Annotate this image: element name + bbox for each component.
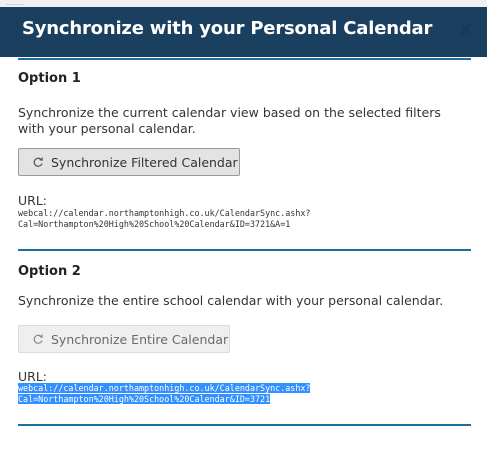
option2-heading: Option 2 xyxy=(18,264,81,279)
option2-url-line2: Cal=Northampton%20High%20School%20Calend… xyxy=(18,394,271,404)
option1-heading: Option 1 xyxy=(18,71,81,86)
background-tab-edge xyxy=(6,0,24,5)
section-divider xyxy=(18,249,471,251)
option2-description: Synchronize the entire school calendar w… xyxy=(18,293,444,308)
option1-url-label: URL: xyxy=(18,193,48,208)
close-button[interactable] xyxy=(457,20,475,38)
synchronize-entire-label: Synchronize Entire Calendar xyxy=(51,331,229,347)
sync-calendar-dialog: Synchronize with your Personal Calendar … xyxy=(0,7,487,452)
synchronize-filtered-label: Synchronize Filtered Calendar xyxy=(51,154,238,170)
background-page-strip xyxy=(0,0,487,7)
sync-icon xyxy=(32,156,44,168)
synchronize-filtered-button[interactable]: Synchronize Filtered Calendar xyxy=(18,148,240,176)
option2-url-line1: webcal://calendar.northamptonhigh.co.uk/… xyxy=(18,383,311,393)
option1-url-line2: Cal=Northampton%20High%20School%20Calend… xyxy=(18,219,291,229)
section-divider xyxy=(18,424,471,426)
option2-url-label: URL: xyxy=(18,369,48,384)
option1-url-text[interactable]: webcal://calendar.northamptonhigh.co.uk/… xyxy=(18,208,310,230)
sync-icon xyxy=(32,333,44,345)
synchronize-entire-button[interactable]: Synchronize Entire Calendar xyxy=(18,325,230,353)
dialog-title: Synchronize with your Personal Calendar xyxy=(22,18,433,39)
dialog-header: Synchronize with your Personal Calendar xyxy=(0,7,487,57)
option1-description: Synchronize the current calendar view ba… xyxy=(18,105,441,136)
close-icon xyxy=(460,23,472,35)
option2-url-text[interactable]: webcal://calendar.northamptonhigh.co.uk/… xyxy=(18,383,311,405)
section-divider xyxy=(18,58,471,60)
option1-url-line1: webcal://calendar.northamptonhigh.co.uk/… xyxy=(18,208,311,218)
